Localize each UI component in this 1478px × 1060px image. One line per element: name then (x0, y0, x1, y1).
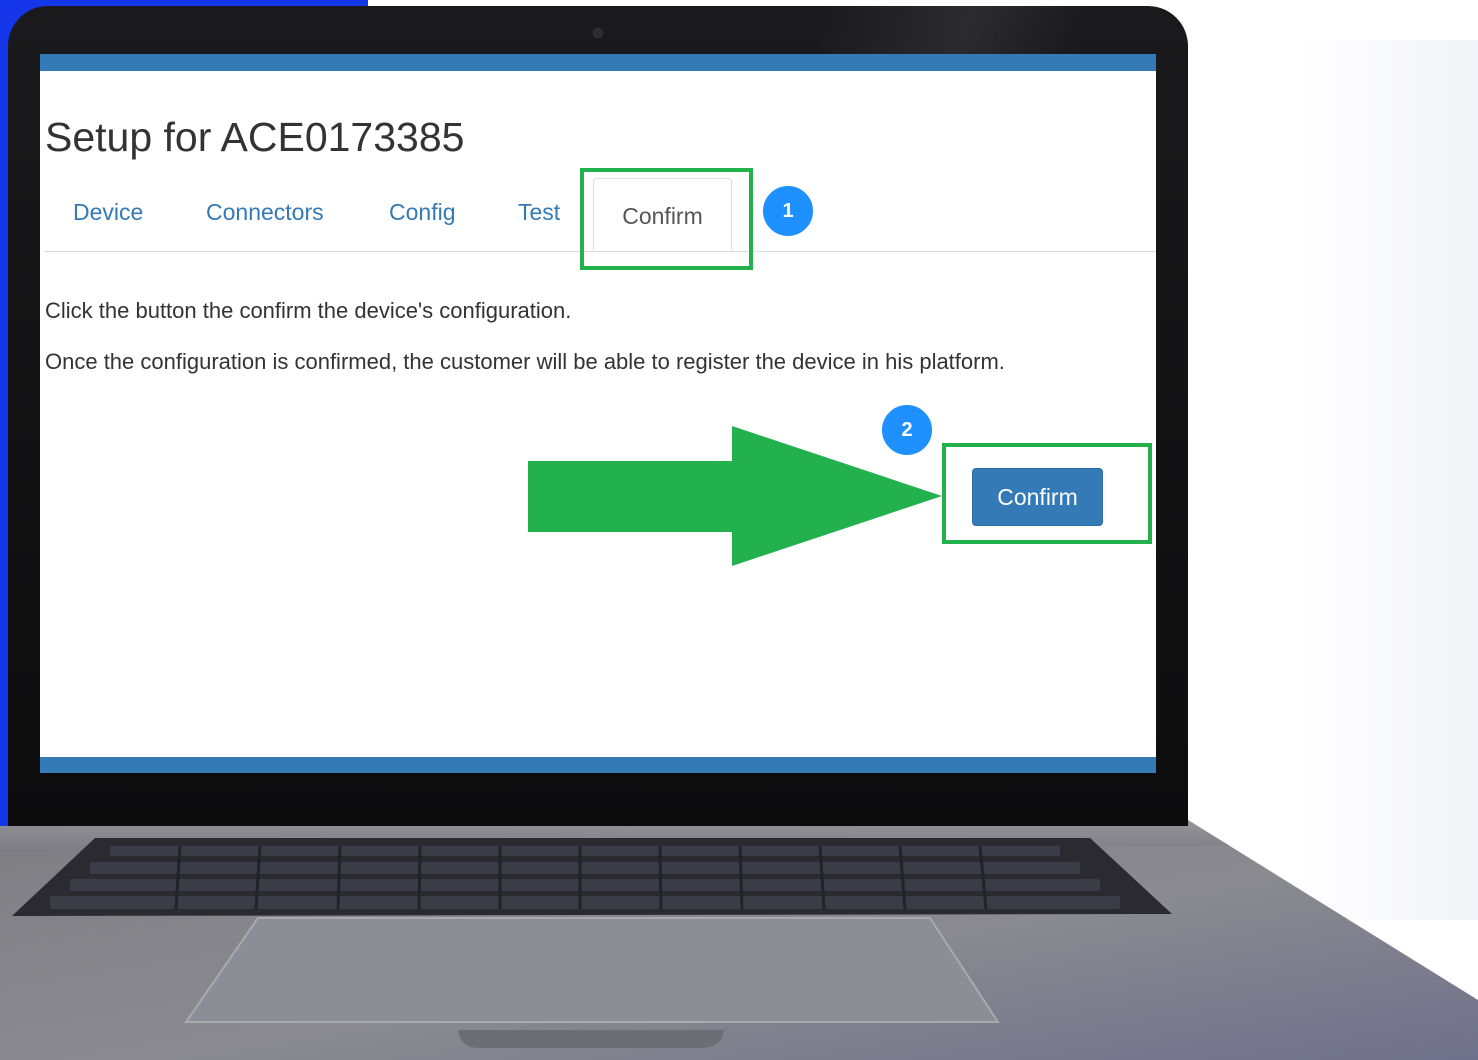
laptop-screen: Setup for ACE0173385 Device Connectors C… (40, 54, 1156, 773)
tab-config[interactable]: Config (389, 199, 455, 226)
highlight-box-button (942, 443, 1152, 544)
tab-connectors[interactable]: Connectors (206, 199, 324, 226)
screen-bottom-bar (40, 757, 1156, 773)
instruction-text: Click the button the confirm the device'… (45, 298, 572, 323)
highlight-box-tab (580, 168, 753, 270)
info-text: Once the configuration is confirmed, the… (45, 349, 1005, 374)
step-2-badge: 2 (880, 403, 934, 457)
screen-top-bar (40, 54, 1156, 71)
page-title: Setup for ACE0173385 (45, 114, 465, 160)
step-1-badge: 1 (761, 184, 815, 238)
tab-device[interactable]: Device (73, 199, 143, 226)
arrow-right-icon (528, 426, 942, 566)
tab-test[interactable]: Test (518, 199, 560, 226)
camera-icon (593, 28, 603, 38)
